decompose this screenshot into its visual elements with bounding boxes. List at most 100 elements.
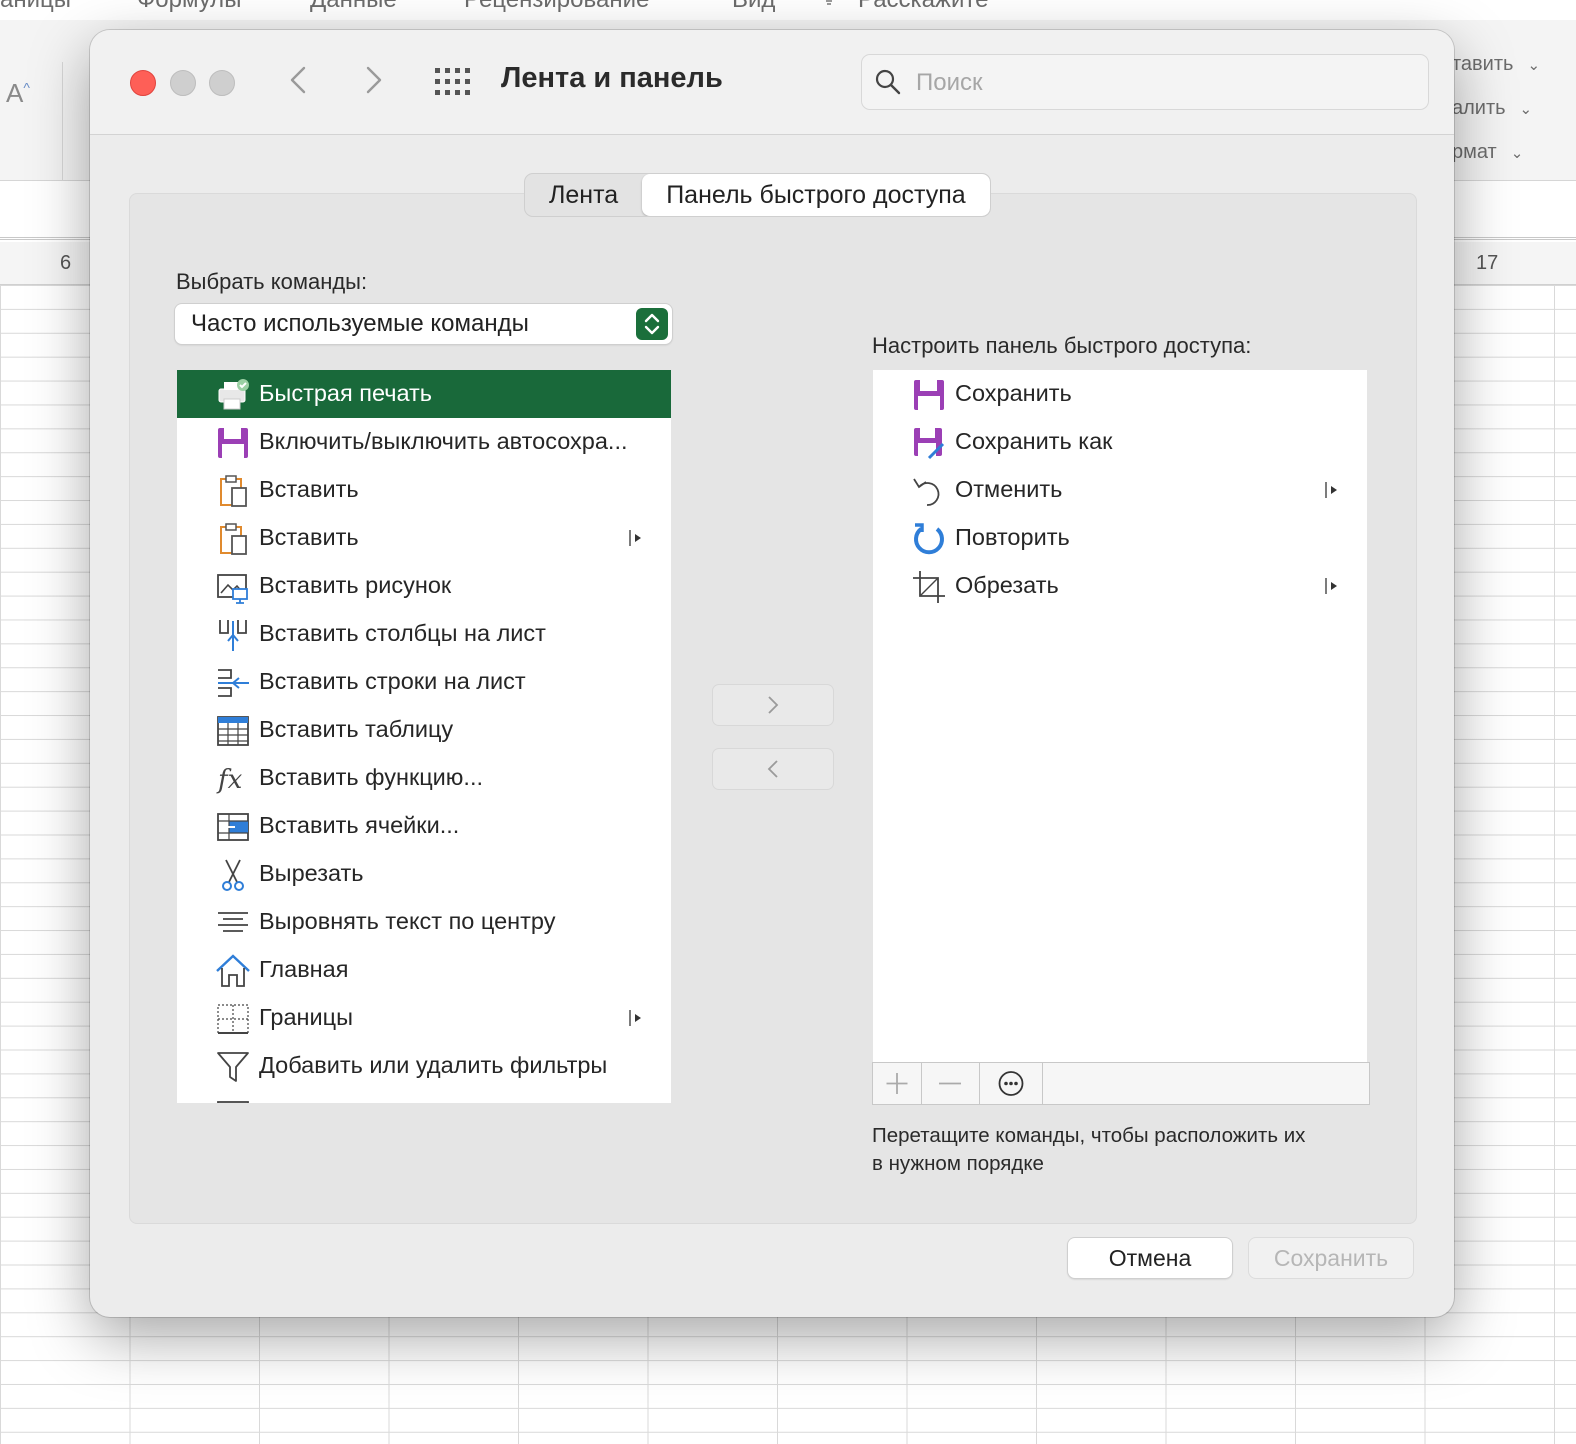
list-item[interactable]: Вставить — [177, 466, 671, 514]
tab-quick-access-toolbar[interactable]: Панель быстрого доступа — [642, 174, 990, 216]
list-action-bar — [872, 1062, 1370, 1105]
submenu-arrow-icon — [1325, 482, 1337, 498]
list-item[interactable]: Границы — [177, 994, 671, 1042]
minus-icon — [939, 1082, 961, 1085]
list-item[interactable]: Вставить таблицу — [177, 706, 671, 754]
column-header[interactable]: 17 — [1476, 252, 1498, 275]
excel-ribbon-tabs: аницы Формулы Данные Рецензирование Вид … — [0, 0, 1576, 20]
add-item-button[interactable] — [873, 1063, 922, 1104]
save-as-icon — [914, 428, 945, 460]
ribbon-tab-formulas[interactable]: Формулы — [137, 0, 241, 14]
list-item[interactable]: Вставить строки на лист — [177, 658, 671, 706]
submenu-arrow-icon — [1325, 578, 1337, 594]
ribbon-format-button[interactable]: рмат ⌄ — [1452, 141, 1523, 164]
back-icon[interactable] — [280, 60, 320, 100]
add-command-button[interactable] — [712, 684, 834, 726]
list-item-icon — [217, 1101, 249, 1103]
minimize-button[interactable] — [170, 70, 196, 96]
submenu-arrow-icon — [629, 530, 641, 546]
redo-icon — [914, 523, 944, 555]
ribbon-delete-button[interactable]: алить ⌄ — [1452, 97, 1532, 120]
search-input[interactable] — [914, 63, 1418, 103]
insert-cells-icon — [217, 813, 249, 841]
insert-picture-icon — [217, 574, 248, 604]
hint-line: Перетащите команды, чтобы расположить их — [872, 1124, 1306, 1147]
tell-me-field[interactable]: Расскажите — [858, 0, 988, 14]
cancel-button[interactable]: Отмена — [1068, 1238, 1232, 1278]
reorder-hint: Перетащите команды, чтобы расположить их… — [872, 1122, 1305, 1178]
list-item-label: Повторить — [955, 524, 1070, 550]
list-item-label: Вставить рисунок — [259, 572, 452, 598]
list-item[interactable]: Главная — [177, 946, 671, 994]
list-item-label: Вставить таблицу — [259, 716, 454, 742]
undo-icon — [913, 478, 940, 506]
preferences-dialog: Лента и панель Лента Панель быстрого дос… — [90, 30, 1454, 1317]
list-item[interactable]: Вставить — [177, 514, 671, 562]
save-icon — [914, 380, 944, 410]
lightbulb-icon — [826, 0, 832, 5]
list-item[interactable]: Повторить — [873, 514, 1367, 562]
select-value: Часто используемые команды — [191, 310, 529, 337]
list-item[interactable]: Быстрая печать — [177, 370, 671, 418]
ellipsis-circle-icon — [998, 1071, 1024, 1096]
function-icon: fx — [216, 765, 243, 795]
list-item[interactable]: Добавить или удалить фильтры — [177, 1042, 671, 1090]
column-header[interactable]: 6 — [60, 252, 71, 275]
ribbon-tab-data[interactable]: Данные — [310, 0, 397, 14]
insert-columns-icon — [219, 620, 247, 651]
submenu-arrow-icon — [629, 1010, 641, 1026]
insert-rows-icon — [218, 669, 249, 697]
ribbon-insert-button[interactable]: тавить ⌄ — [1452, 53, 1540, 76]
forward-icon[interactable] — [352, 60, 392, 100]
list-item[interactable]: Выровнять текст по центру — [177, 898, 671, 946]
list-item-label: Включить/выключить автосохра... — [259, 428, 628, 454]
ribbon-tab-view[interactable]: Вид — [732, 0, 775, 14]
list-item[interactable]: Вставить рисунок — [177, 562, 671, 610]
list-item[interactable]: Отменить — [873, 466, 1367, 514]
list-item[interactable]: Вырезать — [177, 850, 671, 898]
commands-category-select[interactable]: Часто используемые команды — [175, 304, 672, 344]
window-title: Лента и панель — [501, 62, 723, 94]
show-all-grid-icon[interactable] — [434, 67, 474, 97]
list-item[interactable]: fx Вставить функцию... — [177, 754, 671, 802]
choose-commands-label: Выбрать команды: — [176, 269, 368, 294]
chevron-right-icon — [768, 696, 779, 714]
ribbon-divider — [62, 62, 63, 182]
filter-icon — [217, 1052, 249, 1082]
list-item-label: Вставить — [259, 524, 359, 550]
zoom-button[interactable] — [209, 70, 235, 96]
list-item-label: Быстрая печать — [259, 380, 433, 406]
search-field[interactable] — [861, 54, 1429, 110]
remove-item-button[interactable] — [921, 1063, 980, 1104]
close-button[interactable] — [130, 70, 156, 96]
toolbar-commands-list[interactable]: Сохранить Сохранить как Отменить Повтори… — [873, 370, 1367, 1062]
plus-icon — [886, 1073, 908, 1094]
list-item[interactable]: Сохранить как — [873, 418, 1367, 466]
list-item-label: Добавить или удалить фильтры — [259, 1052, 608, 1078]
list-item-label: Сохранить — [955, 380, 1072, 406]
align-center-icon — [218, 912, 248, 932]
increase-font-button[interactable]: A^ — [6, 78, 30, 109]
list-item[interactable]: Вставить ячейки... — [177, 802, 671, 850]
list-item[interactable]: Вставить столбцы на лист — [177, 610, 671, 658]
list-item-label: Выровнять текст по центру — [259, 908, 556, 934]
list-item-partial[interactable] — [177, 1090, 671, 1103]
ribbon-tab-review[interactable]: Рецензирование — [464, 0, 649, 14]
tab-ribbon[interactable]: Лента — [525, 174, 642, 216]
save-button[interactable]: Сохранить — [1249, 1238, 1413, 1278]
available-commands-list[interactable]: Быстрая печать Включить/выключить автосо… — [177, 370, 671, 1103]
insert-table-icon — [217, 716, 249, 746]
list-item[interactable]: Сохранить — [873, 370, 1367, 418]
list-item-label: Вставить ячейки... — [259, 812, 460, 838]
customize-toolbar-label: Настроить панель быстрого доступа: — [872, 333, 1252, 358]
ribbon-tab-layout[interactable]: аницы — [0, 0, 71, 14]
home-icon — [216, 954, 250, 987]
tab-switcher: Лента Панель быстрого доступа — [524, 173, 991, 217]
remove-command-button[interactable] — [712, 748, 834, 790]
list-item-label: Вставить — [259, 476, 359, 502]
list-item[interactable]: Включить/выключить автосохра... — [177, 418, 671, 466]
more-options-button[interactable] — [980, 1063, 1043, 1104]
svg-text:fx: fx — [216, 765, 243, 795]
hint-line: в нужном порядке — [872, 1152, 1044, 1175]
list-item[interactable]: Обрезать — [873, 562, 1367, 610]
